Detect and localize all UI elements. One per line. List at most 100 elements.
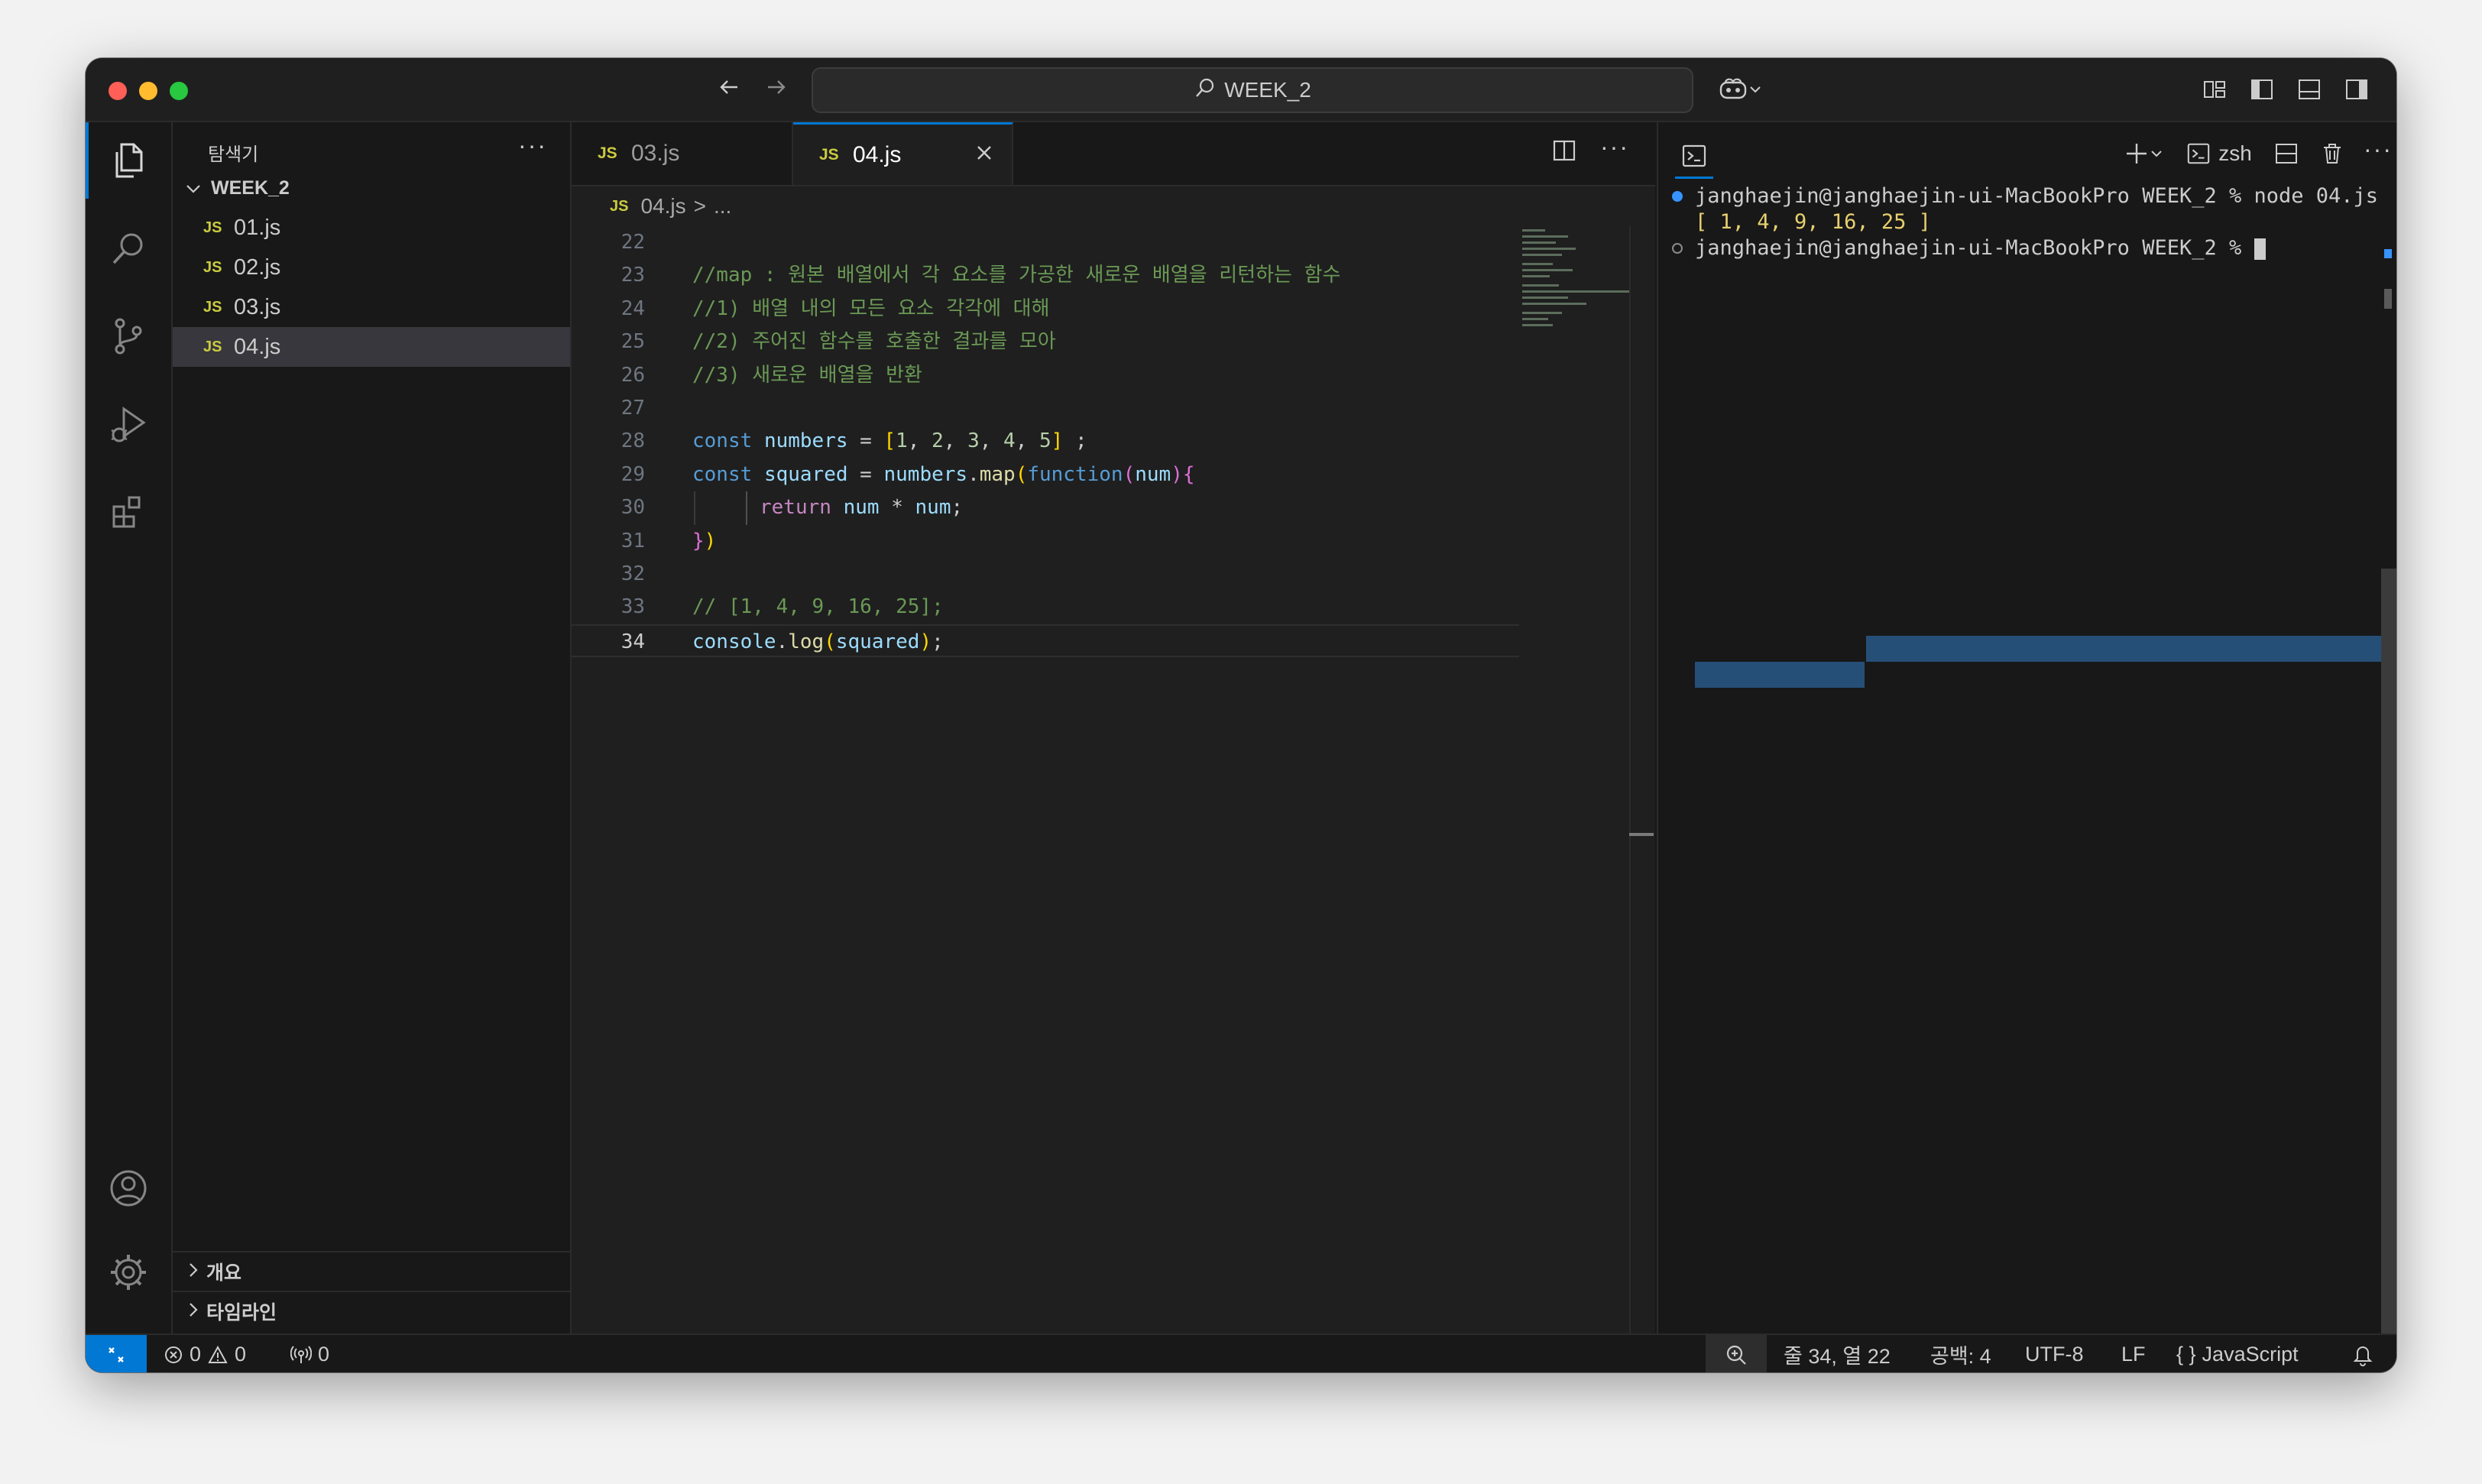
file-label: 01.js bbox=[234, 215, 281, 240]
explorer-icon[interactable] bbox=[86, 122, 171, 199]
search-icon[interactable] bbox=[86, 210, 171, 287]
split-editor-icon[interactable] bbox=[1551, 138, 1577, 170]
maximize-window-button[interactable] bbox=[170, 82, 188, 100]
file-item-selected[interactable]: JS 04.js bbox=[173, 327, 570, 367]
folder-week-2[interactable]: WEEK_2 bbox=[173, 168, 570, 208]
bell-icon[interactable] bbox=[2352, 1335, 2373, 1372]
status-bar: 0 0 0 줄 34, 열 22 공백: 4 UTF-8 LF { } Java… bbox=[86, 1333, 2396, 1372]
eol-setting[interactable]: LF bbox=[2121, 1335, 2146, 1372]
toggle-secondary-sidebar-icon[interactable] bbox=[2340, 72, 2373, 107]
more-actions-icon[interactable]: ··· bbox=[1600, 133, 1629, 161]
file-label: 03.js bbox=[234, 294, 281, 319]
accounts-icon[interactable] bbox=[86, 1150, 171, 1226]
line-number: 23 bbox=[620, 264, 645, 287]
code-line: 31}) bbox=[572, 525, 1519, 558]
command-success-dot[interactable] bbox=[1672, 191, 1683, 202]
ports-count: 0 bbox=[318, 1343, 330, 1366]
tab-03-js[interactable]: JS 03.js bbox=[572, 122, 793, 185]
toggle-panel-icon[interactable] bbox=[2292, 72, 2326, 107]
editor-tabs: JS 03.js JS 04.js ··· bbox=[572, 122, 1655, 186]
breadcrumb-file[interactable]: 04.js bbox=[640, 194, 685, 219]
close-icon[interactable] bbox=[974, 141, 995, 169]
js-file-icon: JS bbox=[203, 338, 222, 355]
indentation-setting[interactable]: 공백: 4 bbox=[1930, 1335, 1991, 1372]
timeline-label: 타임라인 bbox=[206, 1302, 277, 1324]
line-number: 24 bbox=[620, 296, 645, 320]
gear-icon[interactable] bbox=[86, 1234, 171, 1311]
command-pending-dot[interactable] bbox=[1672, 243, 1683, 254]
split-terminal-icon[interactable] bbox=[2270, 136, 2303, 171]
warning-icon bbox=[208, 1345, 228, 1363]
chevron-right-icon bbox=[180, 1300, 206, 1324]
file-item[interactable]: JS 02.js bbox=[173, 248, 570, 287]
command-center-search[interactable]: WEEK_2 bbox=[812, 67, 1693, 113]
search-icon bbox=[1194, 76, 1217, 105]
editor-area: JS 03.js JS 04.js ··· JS 04.js > ... 22 bbox=[572, 122, 1655, 1333]
new-terminal-icon[interactable] bbox=[2117, 136, 2170, 171]
code-line: 26 //3) 새로운 배열을 반환 bbox=[572, 359, 1519, 392]
terminal-header: zsh ··· bbox=[1658, 122, 2396, 185]
code-editor[interactable]: 22 23 //map : 원본 배열에서 각 요소를 가공한 새로운 배열을 리… bbox=[572, 226, 1519, 658]
terminal-scroll-marker bbox=[2384, 289, 2392, 309]
tab-04-js[interactable]: JS 04.js bbox=[793, 122, 1013, 185]
tab-label: 03.js bbox=[631, 141, 680, 166]
terminal-command: janghaejin@janghaejin-ui-MacBookPro WEEK… bbox=[1695, 184, 2379, 208]
file-item[interactable]: JS 03.js bbox=[173, 287, 570, 327]
terminal-scrollbar[interactable] bbox=[2381, 569, 2396, 1333]
line-number: 32 bbox=[620, 562, 645, 585]
problems-indicator[interactable]: 0 0 bbox=[164, 1335, 246, 1372]
js-file-icon: JS bbox=[203, 219, 222, 236]
ports-indicator[interactable]: 0 bbox=[290, 1335, 329, 1372]
arrow-left-icon[interactable] bbox=[712, 72, 747, 107]
toggle-primary-sidebar-icon[interactable] bbox=[2245, 72, 2279, 107]
code-line: 22 bbox=[572, 226, 1519, 259]
code-line: 23 //map : 원본 배열에서 각 요소를 가공한 새로운 배열을 리턴하는… bbox=[572, 259, 1519, 292]
more-actions-icon[interactable]: ··· bbox=[518, 131, 547, 160]
language-mode[interactable]: { } JavaScript bbox=[2176, 1335, 2299, 1372]
editor-scrollbar[interactable] bbox=[1629, 226, 1631, 1333]
code-text: }) bbox=[692, 529, 717, 552]
extensions-icon[interactable] bbox=[86, 474, 171, 550]
cursor-overview-marker bbox=[1629, 833, 1654, 836]
breadcrumb-symbol[interactable]: ... bbox=[714, 194, 731, 219]
encoding-setting[interactable]: UTF-8 bbox=[2025, 1335, 2084, 1372]
js-file-icon: JS bbox=[203, 258, 222, 276]
arrow-right-icon[interactable] bbox=[758, 72, 793, 107]
chevron-down-icon bbox=[180, 177, 206, 200]
source-control-icon[interactable] bbox=[86, 298, 171, 374]
minimize-window-button[interactable] bbox=[139, 82, 157, 100]
line-number: 22 bbox=[620, 231, 645, 254]
close-window-button[interactable] bbox=[109, 82, 127, 100]
line-number: 31 bbox=[620, 529, 645, 552]
terminal-selection bbox=[1866, 636, 2396, 662]
code-text: const squared = numbers.map(function(num… bbox=[692, 462, 1195, 486]
sidebar-title: 탐색기 bbox=[208, 144, 259, 165]
code-text: return num * num; bbox=[760, 496, 964, 520]
folder-label: WEEK_2 bbox=[211, 177, 290, 199]
file-item[interactable]: JS 01.js bbox=[173, 208, 570, 248]
cursor-position[interactable]: 줄 34, 열 22 bbox=[1784, 1335, 1891, 1372]
explorer-sidebar: 탐색기 ··· WEEK_2 JS 01.js JS 02.js JS 03.j… bbox=[173, 122, 572, 1333]
chevron-down-icon bbox=[1750, 86, 1761, 93]
terminal-icon bbox=[2187, 143, 2210, 164]
terminal-panel: zsh ··· janghaejin@janghaejin-ui-MacBook… bbox=[1657, 122, 2396, 1333]
terminal-shell-selector[interactable]: zsh bbox=[2181, 136, 2257, 171]
code-comment: //2) 주어진 함수를 호출한 결과를 모아 bbox=[692, 330, 1056, 354]
chevron-down-icon bbox=[2151, 151, 2162, 157]
terminal-selection bbox=[1695, 662, 1865, 688]
more-actions-icon[interactable]: ··· bbox=[2363, 131, 2393, 167]
outline-section[interactable]: 개요 bbox=[173, 1251, 570, 1291]
customize-layout-icon[interactable] bbox=[2198, 72, 2231, 107]
timeline-section[interactable]: 타임라인 bbox=[173, 1291, 570, 1330]
zoom-icon[interactable] bbox=[1706, 1335, 1767, 1372]
line-number: 28 bbox=[620, 429, 645, 453]
trash-icon[interactable] bbox=[2315, 136, 2349, 171]
terminal-scroll-marker bbox=[2384, 249, 2392, 258]
run-and-debug-icon[interactable] bbox=[86, 386, 171, 462]
terminal-tab-icon[interactable] bbox=[1675, 134, 1713, 179]
copilot-icon[interactable] bbox=[1713, 72, 1767, 107]
remote-indicator-icon[interactable] bbox=[86, 1335, 147, 1372]
minimap[interactable] bbox=[1519, 226, 1634, 333]
terminal-output[interactable]: janghaejin@janghaejin-ui-MacBookPro WEEK… bbox=[1672, 183, 2379, 261]
braces-icon: { } bbox=[2176, 1343, 2196, 1366]
